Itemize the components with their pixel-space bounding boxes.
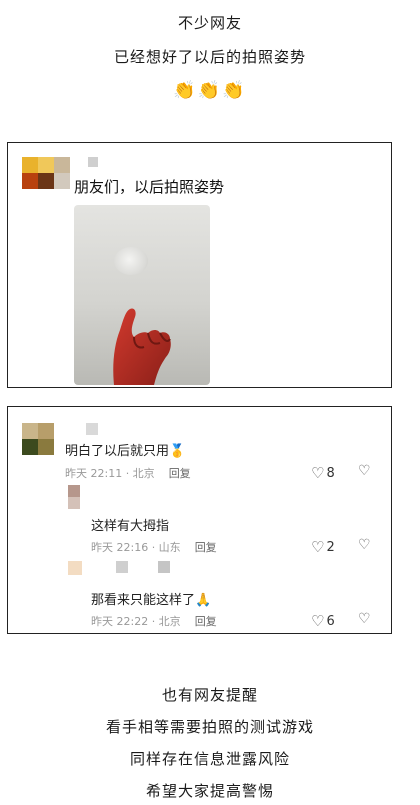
- heart-outline-icon: ♡: [311, 464, 325, 482]
- reply-button[interactable]: 回复: [195, 541, 217, 554]
- comments-screenshot: 明白了以后就只用🥇 昨天 22:11 · 北京 回复 ♡ 8 ♡ 这样有大拇指 昨天…: [7, 406, 392, 634]
- like-count: 8: [326, 466, 335, 481]
- username-blur: [88, 157, 98, 167]
- commenter-avatar-1[interactable]: [22, 423, 54, 455]
- username-blur: [116, 561, 128, 573]
- comment-meta: 昨天 22:22 · 北京 回复: [91, 613, 217, 629]
- outro-line-3: 同样存在信息泄露风险: [129, 750, 290, 768]
- like-button[interactable]: ♡ 8: [311, 464, 335, 482]
- username-blur: [158, 561, 170, 573]
- outro-line-1: 也有网友提醒: [161, 686, 258, 704]
- reply-button[interactable]: 回复: [195, 615, 217, 628]
- outro-line-4: 希望大家提高警惕: [145, 782, 274, 800]
- comment-text: 那看来只能这样了🙏: [91, 593, 212, 608]
- broken-heart-icon[interactable]: ♡: [358, 463, 371, 479]
- post-text: 朋友们，以后拍照姿势: [74, 178, 225, 196]
- outro-line-2: 看手相等需要拍照的测试游戏: [105, 718, 314, 736]
- comment-time-location: 昨天 22:11 · 北京: [65, 467, 155, 480]
- comment-meta: 昨天 22:11 · 北京 回复: [65, 465, 191, 481]
- hand-gesture-image: [113, 308, 171, 385]
- like-button[interactable]: ♡ 6: [311, 612, 335, 630]
- post-avatar[interactable]: [22, 157, 70, 189]
- comment-text: 明白了以后就只用🥇: [65, 444, 186, 459]
- heart-outline-icon: ♡: [311, 538, 325, 556]
- commenter-avatar-2[interactable]: [68, 485, 80, 509]
- like-count: 2: [326, 540, 335, 555]
- comment-meta: 昨天 22:16 · 山东 回复: [91, 539, 217, 555]
- broken-heart-icon[interactable]: ♡: [358, 611, 371, 627]
- heart-outline-icon: ♡: [311, 612, 325, 630]
- broken-heart-icon[interactable]: ♡: [358, 537, 371, 553]
- comment-text: 这样有大拇指: [91, 519, 170, 534]
- post-screenshot: 朋友们，以后拍照姿势: [7, 142, 392, 388]
- clap-emoji-row: 👏👏👏: [173, 80, 247, 101]
- reply-button[interactable]: 回复: [169, 467, 191, 480]
- like-count: 6: [326, 614, 335, 629]
- comment-time-location: 昨天 22:22 · 北京: [91, 615, 181, 628]
- like-button[interactable]: ♡ 2: [311, 538, 335, 556]
- intro-line-2: 已经想好了以后的拍照姿势: [113, 48, 306, 66]
- commenter-avatar-3[interactable]: [68, 561, 82, 575]
- username-blur: [86, 423, 98, 435]
- post-photo[interactable]: [74, 205, 210, 385]
- intro-line-1: 不少网友: [177, 14, 242, 32]
- comment-time-location: 昨天 22:16 · 山东: [91, 541, 181, 554]
